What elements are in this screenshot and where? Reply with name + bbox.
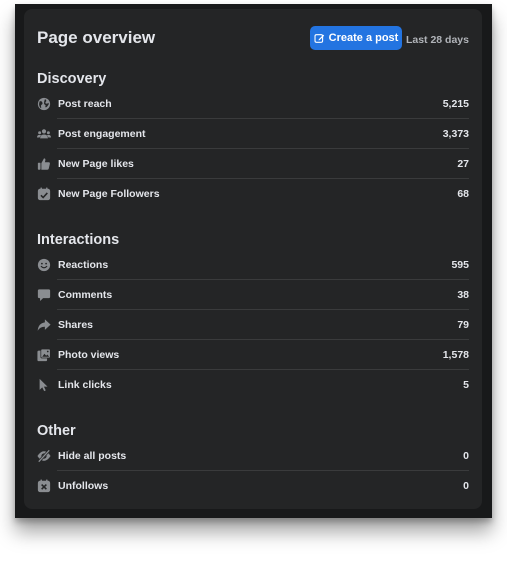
stat-row-reactions[interactable]: Reactions 595 <box>37 250 469 280</box>
stat-value: 5 <box>463 379 469 391</box>
stat-value: 68 <box>457 188 469 200</box>
stat-value: 1,578 <box>442 349 469 361</box>
stat-row-link-clicks[interactable]: Link clicks 5 <box>37 370 469 400</box>
stat-label: Post reach <box>58 98 112 110</box>
thumbs-up-icon <box>37 157 51 171</box>
stat-value: 5,215 <box>442 98 469 110</box>
date-range-label: Last 28 days <box>405 34 469 46</box>
stat-label: Hide all posts <box>58 450 127 462</box>
stat-row-comments[interactable]: Comments 38 <box>37 280 469 310</box>
share-arrow-icon <box>37 318 51 332</box>
discovery-section: Discovery Post reach 5,215 Post engageme… <box>37 69 469 209</box>
stat-label: Comments <box>58 289 113 301</box>
people-icon <box>37 127 51 141</box>
stat-label: New Page Followers <box>58 188 160 200</box>
page-overview-card: Page overview Create a post Last 28 days… <box>24 9 482 509</box>
stat-label: Photo views <box>58 349 120 361</box>
edit-icon <box>314 33 324 43</box>
eye-slash-icon <box>37 449 51 463</box>
stat-value: 27 <box>457 158 469 170</box>
create-post-button[interactable]: Create a post <box>310 26 402 50</box>
stat-row-hide-all-posts[interactable]: Hide all posts 0 <box>37 441 469 471</box>
stat-label: Post engagement <box>58 128 146 140</box>
stat-value: 0 <box>463 450 469 462</box>
stat-value: 38 <box>457 289 469 301</box>
section-title-other: Other <box>37 423 76 439</box>
stat-row-photo-views[interactable]: Photo views 1,578 <box>37 340 469 370</box>
other-section: Other Hide all posts 0 Unfollows 0 <box>37 421 469 501</box>
create-post-label: Create a post <box>328 32 399 44</box>
section-title-interactions: Interactions <box>37 232 120 248</box>
stat-label: Unfollows <box>58 480 109 492</box>
stat-label: New Page likes <box>58 158 134 170</box>
smiley-icon <box>37 258 51 272</box>
stat-row-post-engagement[interactable]: Post engagement 3,373 <box>37 119 469 149</box>
page-title: Page overview <box>37 28 156 47</box>
stat-row-new-page-likes[interactable]: New Page likes 27 <box>37 149 469 179</box>
stat-value: 3,373 <box>442 128 469 140</box>
follow-check-icon <box>37 187 51 201</box>
stat-value: 595 <box>451 259 469 271</box>
stat-row-new-page-followers[interactable]: New Page Followers 68 <box>37 179 469 209</box>
stat-label: Link clicks <box>58 379 112 391</box>
section-title-discovery: Discovery <box>37 71 107 87</box>
photos-icon <box>37 348 51 362</box>
stat-value: 0 <box>463 480 469 492</box>
stat-label: Reactions <box>58 259 109 271</box>
cursor-icon <box>37 378 51 392</box>
stat-row-unfollows[interactable]: Unfollows 0 <box>37 471 469 501</box>
stat-row-shares[interactable]: Shares 79 <box>37 310 469 340</box>
comment-icon <box>37 288 51 302</box>
window-frame: Page overview Create a post Last 28 days… <box>15 4 492 518</box>
unfollow-x-icon <box>37 479 51 493</box>
stat-label: Shares <box>58 319 94 331</box>
stat-value: 79 <box>457 319 469 331</box>
interactions-section: Interactions Reactions 595 Comments 38 S… <box>37 230 469 400</box>
stat-row-post-reach[interactable]: Post reach 5,215 <box>37 89 469 119</box>
globe-icon <box>37 97 51 111</box>
card-header: Page overview Create a post Last 28 days <box>37 23 469 55</box>
